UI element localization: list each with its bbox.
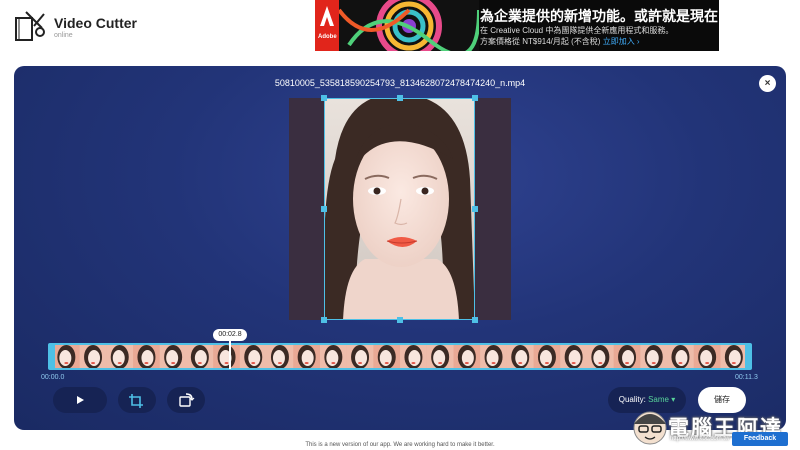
- app-subtitle: online: [54, 32, 73, 39]
- timeline-thumbnail: [640, 345, 668, 368]
- ad-headline: 為企業提供的新增功能。或許就是現在！: [480, 8, 719, 24]
- watermark-mascot-icon: [633, 411, 667, 445]
- playhead[interactable]: [229, 341, 231, 369]
- trim-start-handle[interactable]: [48, 343, 55, 370]
- start-time: 00:00.0: [41, 374, 65, 381]
- timeline-thumbnail: [667, 345, 694, 368]
- quality-label: Quality:: [618, 395, 646, 404]
- watermark-url: http://www.koc.com.tw: [670, 436, 730, 442]
- ad-line-1: 在 Creative Cloud 中為團隊提供全新應用程式和服務。: [480, 26, 674, 35]
- timeline-thumbnail: [133, 345, 160, 368]
- ad-banner[interactable]: Adobe 為企業提供的新增功能。或許就是現在！ 在 Creative Clou…: [315, 0, 719, 51]
- timeline-thumbnail: [693, 345, 721, 368]
- ad-link[interactable]: 立即加入 ›: [603, 37, 640, 46]
- app-title: Video Cutter: [54, 15, 137, 31]
- timeline-thumbnail: [186, 345, 214, 368]
- timeline-thumbnail: [79, 345, 107, 368]
- crop-handle-bl[interactable]: [321, 317, 327, 323]
- close-button[interactable]: ×: [759, 75, 776, 92]
- timeline-thumbnail: [453, 345, 481, 368]
- playhead-time: 00:02.8: [213, 329, 247, 341]
- chevron-down-icon: ▾: [671, 395, 676, 404]
- timeline-thumbnail: [266, 345, 294, 368]
- timeline-thumbnail: [213, 345, 240, 368]
- crop-handle-br[interactable]: [472, 317, 478, 323]
- ad-brand: Adobe: [318, 34, 337, 40]
- editor-panel: 50810005_535818590254793_813462807247847…: [14, 66, 786, 430]
- timeline-thumbnail: [560, 345, 587, 368]
- timeline-strip[interactable]: [51, 343, 749, 370]
- file-name: 50810005_535818590254793_813462807247847…: [274, 78, 526, 88]
- timeline-thumbnail: [293, 345, 320, 368]
- timeline-thumbnail: [720, 345, 747, 368]
- crop-handle-bottom[interactable]: [397, 317, 403, 323]
- timeline-thumbnail: [346, 345, 374, 368]
- ad-price: 方案價格從 NT$914/月起 (不含稅): [480, 37, 601, 46]
- crop-handle-tr[interactable]: [472, 95, 478, 101]
- timeline-thumbnail: [159, 345, 187, 368]
- timeline-thumbnail: [426, 345, 454, 368]
- crop-frame[interactable]: [324, 98, 475, 320]
- crop-handle-tl[interactable]: [321, 95, 327, 101]
- trim-end-handle[interactable]: [745, 343, 752, 370]
- crop-button[interactable]: [118, 387, 156, 413]
- crop-handle-right[interactable]: [472, 206, 478, 212]
- crop-icon: [129, 394, 143, 408]
- adobe-logo-icon: Adobe: [315, 0, 339, 51]
- timeline-thumbnail: [613, 345, 641, 368]
- end-time: 00:11.3: [735, 374, 758, 381]
- app-logo-icon: [14, 10, 50, 42]
- video-preview: [289, 95, 511, 323]
- timeline-thumbnail: [587, 345, 614, 368]
- timeline-thumbnail: [533, 345, 561, 368]
- timeline-thumbnail: [400, 345, 427, 368]
- timeline-thumbnail: [373, 345, 401, 368]
- timeline-thumbnail: [239, 345, 267, 368]
- crop-handle-left[interactable]: [321, 206, 327, 212]
- video-frame-image: [325, 99, 474, 319]
- play-icon: [77, 396, 84, 404]
- timeline-thumbnail: [53, 345, 80, 368]
- rotate-icon: [179, 393, 195, 407]
- timeline-thumbnails: [53, 345, 747, 368]
- crop-handle-top[interactable]: [397, 95, 403, 101]
- timeline-thumbnail: [106, 345, 134, 368]
- ad-artwork: [337, 0, 481, 51]
- timeline-thumbnail: [320, 345, 347, 368]
- play-button[interactable]: [53, 387, 107, 413]
- quality-value: Same: [648, 395, 669, 404]
- rotate-button[interactable]: [167, 387, 205, 413]
- ad-line-2: 方案價格從 NT$914/月起 (不含稅) 立即加入 ›: [480, 36, 640, 47]
- timeline-thumbnail: [506, 345, 534, 368]
- timeline-thumbnail: [480, 345, 507, 368]
- feedback-button[interactable]: Feedback: [732, 432, 788, 446]
